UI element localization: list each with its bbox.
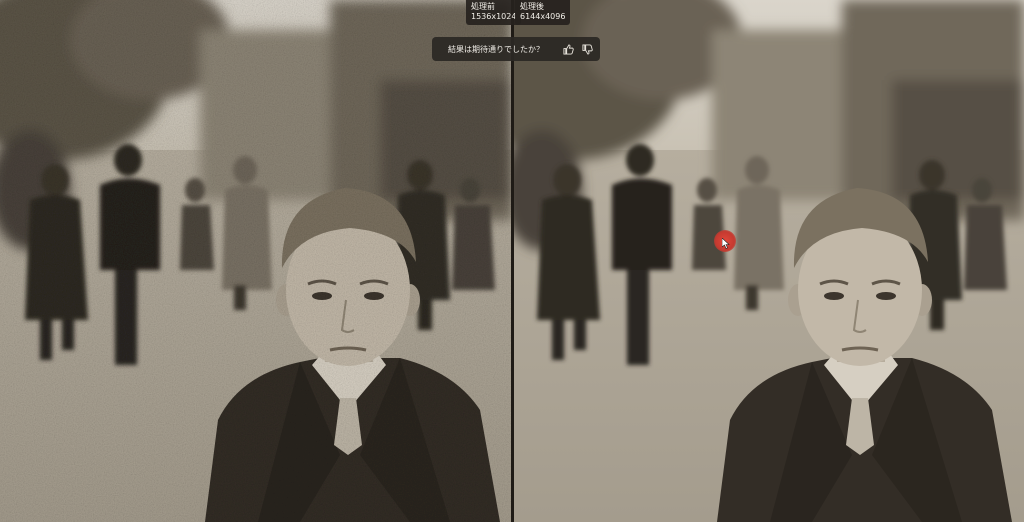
before-resolution: 1536x1024 (471, 12, 517, 21)
before-photo (0, 0, 512, 522)
after-label: 処理後 6144x4096 (515, 0, 571, 25)
thumbs-down-icon[interactable] (580, 42, 594, 56)
cursor-arrow-icon (722, 238, 730, 249)
feedback-popup: 結果は期待通りでしたか？ (432, 37, 600, 61)
image-comparison-view[interactable]: 処理前 1536x1024 処理後 6144x4096 結果は期待通りでしたか？ (0, 0, 1024, 522)
after-resolution: 6144x4096 (520, 12, 566, 21)
before-label-title: 処理前 (471, 2, 495, 11)
before-label: 処理前 1536x1024 (466, 0, 522, 25)
thumbs-up-icon[interactable] (561, 42, 575, 56)
feedback-question: 結果は期待通りでしたか？ (448, 44, 544, 54)
after-label-title: 処理後 (520, 2, 544, 11)
after-image-pane (514, 0, 1024, 522)
before-image-pane (0, 0, 512, 522)
after-photo (514, 0, 1024, 522)
mouse-cursor-highlight (714, 230, 736, 252)
